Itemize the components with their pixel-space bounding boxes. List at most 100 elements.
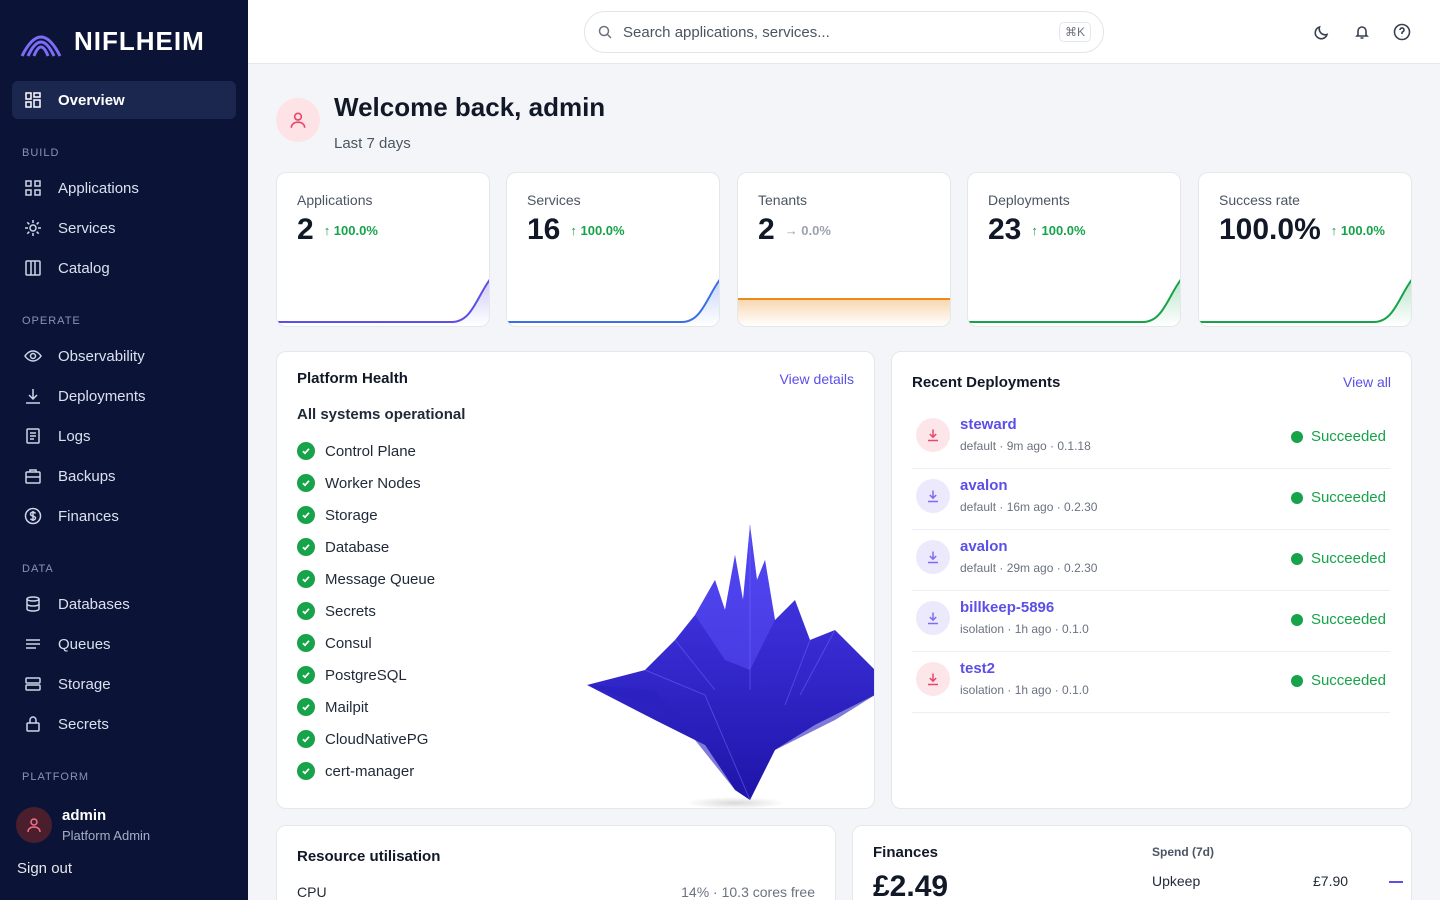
sidebar-item-label: Secrets [58,715,109,733]
sidebar-item-label: Applications [58,179,139,197]
help-icon[interactable] [1392,22,1412,42]
sidebar-item-databases[interactable]: Databases [24,594,130,614]
list-icon [26,639,40,649]
search-icon [598,25,612,39]
sidebar-item-queues[interactable]: Queues [24,634,111,654]
sidebar-item-label: Storage [58,675,111,693]
kpi-card-deployments[interactable]: Deployments 23 ↑ 100.0% [967,172,1181,327]
brand[interactable]: NIFLHEIM [20,24,205,58]
dollar-icon [24,507,42,525]
kpi-label: Deployments [988,192,1070,208]
deployment-row[interactable]: test2 isolation · 1h ago · 0.1.0 Succeeded [912,652,1390,713]
page-subtitle: Last 7 days [334,135,411,152]
sign-out-button[interactable]: Sign out [17,860,72,877]
finances-card: Finances £2.49 Spend (7d) Upkeep £7.90 [852,825,1412,900]
sidebar-item-finances[interactable]: Finances [24,506,119,526]
bell-icon[interactable] [1352,22,1372,42]
kpi-value: 100.0% [1219,213,1321,246]
health-item-label: cert-manager [325,762,415,780]
kpi-value: 16 [527,213,561,246]
server-icon [25,677,41,691]
avatar [276,98,320,142]
section-platform: PLATFORM [22,771,90,783]
kpi-value: 23 [988,213,1022,246]
upkeep-legend-swatch [1389,881,1403,883]
deployment-name[interactable]: avalon [960,477,1008,494]
kpi-sparkline [1199,279,1411,326]
sidebar-item-logs[interactable]: Logs [24,426,91,446]
deployment-row[interactable]: avalon default · 29m ago · 0.2.30 Succeede… [912,530,1390,591]
card-title: Finances [873,844,939,861]
sidebar-item-label: Catalog [58,259,110,277]
sidebar-item-services[interactable]: Services [24,218,116,238]
mountain-illustration [587,525,874,808]
health-item: Storage [297,506,378,524]
status-badge: Succeeded [1290,611,1386,628]
sidebar-item-label: Queues [58,635,111,653]
search-input[interactable] [623,23,1049,41]
health-item: Control Plane [297,442,416,460]
status-dot-icon [1290,674,1303,687]
deployment-row[interactable]: billkeep-5896 isolation · 1h ago · 0.1.0 S… [912,591,1390,652]
deployment-name[interactable]: billkeep-5896 [960,599,1054,616]
deploy-icon [916,662,950,696]
kpi-sparkline [968,279,1180,326]
sidebar-item-catalog[interactable]: Catalog [24,258,110,278]
kpi-sparkline [738,298,950,326]
kpi-delta: ↑ 100.0% [1330,222,1385,238]
kpi-card-tenants[interactable]: Tenants 2 → 0.0% [737,172,951,327]
sidebar-item-applications[interactable]: Applications [24,178,139,198]
view-details-link[interactable]: View details [780,371,854,387]
health-item: Message Queue [297,570,435,588]
kpi-value: 2 [758,213,775,246]
brand-name: NIFLHEIM [74,25,205,56]
sidebar-item-deployments[interactable]: Deployments [24,386,146,406]
kpi-card-applications[interactable]: Applications 2 ↑ 100.0% [276,172,490,327]
sidebar-item-storage[interactable]: Storage [24,674,111,694]
sidebar-item-secrets[interactable]: Secrets [24,714,109,734]
kpi-label: Applications [297,192,373,208]
finances-total: £2.49 [873,870,949,900]
section-operate: OPERATE [22,315,81,327]
welcome-header: Welcome back, admin Last 7 days [276,92,605,152]
deployment-meta: default · 16m ago · 0.2.30 [960,500,1098,514]
sidebar-item-overview[interactable]: Overview [12,81,236,119]
health-item: Mailpit [297,698,368,716]
search-box[interactable]: ⌘K [584,11,1104,53]
niflheim-logo-icon [20,35,62,57]
health-item-label: Storage [325,506,378,524]
view-all-link[interactable]: View all [1343,374,1391,390]
sun-icon [25,220,41,236]
deployment-name[interactable]: steward [960,416,1017,433]
moon-icon[interactable] [1312,22,1332,42]
deployment-meta: isolation · 1h ago · 0.1.0 [960,622,1089,636]
deployment-name[interactable]: avalon [960,538,1008,555]
deployment-row[interactable]: avalon default · 16m ago · 0.2.30 Succeede… [912,469,1390,530]
deployment-meta: default · 29m ago · 0.2.30 [960,561,1098,575]
sidebar-item-label: Overview [58,91,125,109]
sidebar-item-label: Backups [58,467,116,485]
health-item: Secrets [297,602,376,620]
section-build: BUILD [22,147,60,159]
sidebar-item-observability[interactable]: Observability [24,346,145,366]
eye-icon [24,350,42,362]
sidebar-item-label: Observability [58,347,145,365]
health-item-label: CloudNativePG [325,730,429,748]
sidebar-item-label: Logs [58,427,91,445]
status-label: Succeeded [1310,428,1386,445]
deployment-name[interactable]: test2 [960,660,995,677]
health-status: All systems operational [297,406,466,423]
kpi-card-services[interactable]: Services 16 ↑ 100.0% [506,172,720,327]
status-dot-icon [1290,430,1303,443]
kpi-label: Services [527,192,581,208]
check-circle-icon [297,602,315,620]
sidebar-item-label: Services [58,219,116,237]
user-profile[interactable]: admin Platform Admin [16,807,150,843]
deploy-icon [916,479,950,513]
kpi-card-success-rate[interactable]: Success rate 100.0% ↑ 100.0% [1198,172,1412,327]
sidebar-item-backups[interactable]: Backups [24,466,116,486]
avatar [16,807,52,843]
health-item: Worker Nodes [297,474,421,492]
check-circle-icon [297,538,315,556]
deployment-row[interactable]: steward default · 9m ago · 0.1.18 Succeede… [912,408,1390,469]
